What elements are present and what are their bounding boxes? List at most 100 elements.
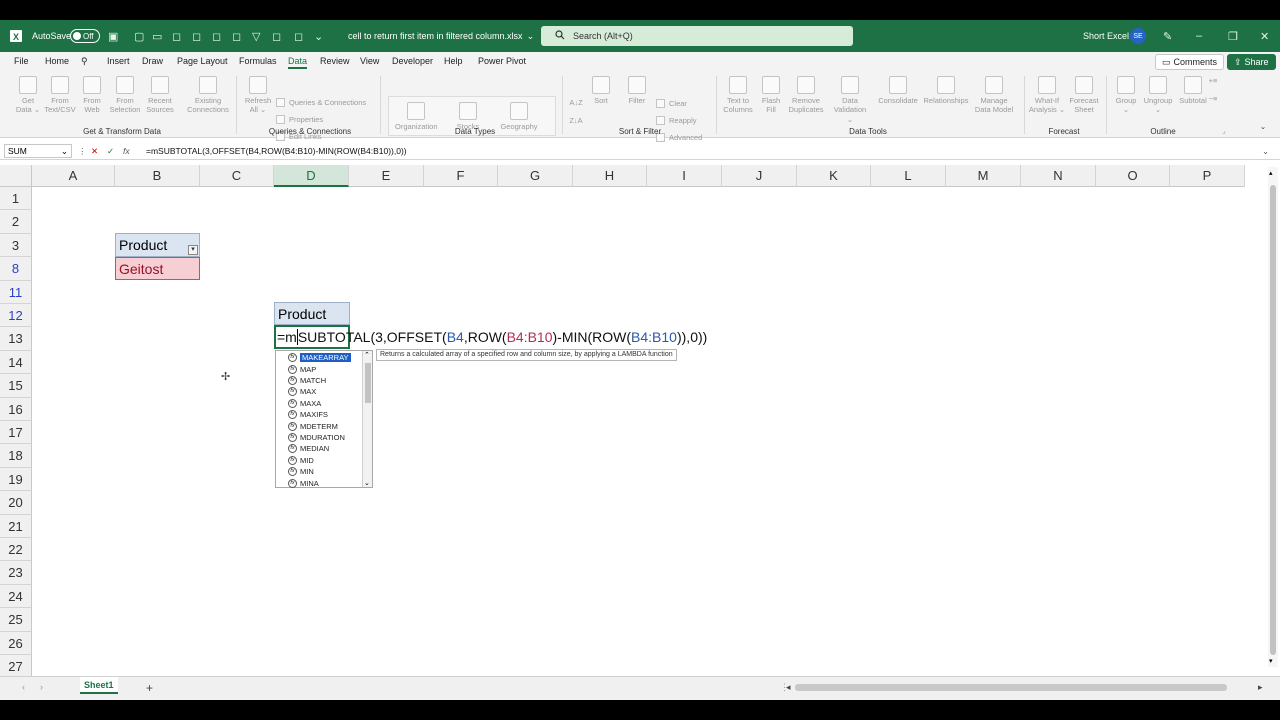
cell-b3[interactable]: Product ▾ [115,233,200,257]
scroll-left-icon[interactable]: ◂ [786,682,791,693]
tab-view[interactable]: View [360,56,379,66]
filter-qat-icon[interactable]: ▽ [252,20,260,52]
existing-connections-button[interactable]: Existing Connections [186,76,230,115]
autocomplete-item[interactable]: fx MAX [288,386,316,398]
row-header-17[interactable]: 17 [0,421,32,445]
column-header-p[interactable]: P [1170,165,1245,187]
column-header-e[interactable]: E [349,165,424,187]
refresh-all-button[interactable]: Refresh All ⌄ [238,76,278,115]
expand-formula-bar-icon[interactable]: ⌄ [1262,144,1269,158]
row-header-15[interactable]: 15 [0,374,32,398]
filter-button[interactable]: Filter [622,76,652,105]
column-header-m[interactable]: M [946,165,1021,187]
quick-access-icon-3[interactable]: ◻ [212,20,221,52]
next-sheet-icon[interactable]: › [40,682,43,692]
remove-duplicates-button[interactable]: Remove Duplicates [786,76,826,115]
autocomplete-item[interactable]: fx MAP [288,363,316,375]
outline-launcher-icon[interactable]: ⌟ [1218,126,1230,135]
insert-function-icon[interactable]: fx [123,144,130,158]
prev-sheet-icon[interactable]: ‹ [22,682,25,692]
autocomplete-item[interactable]: fx MATCH [288,375,326,387]
queries-connections-button[interactable]: Queries & Connections [276,98,366,107]
tab-developer[interactable]: Developer [392,56,433,66]
cell-b8[interactable]: Geitost [115,257,200,280]
row-header-14[interactable]: 14 [0,350,32,375]
quick-access-icon-5[interactable]: ◻ [272,20,281,52]
row-header-24[interactable]: 24 [0,584,32,609]
collapse-ribbon-icon[interactable]: ⌄ [1256,122,1270,131]
sort-za-icon[interactable]: Z↓A [566,116,586,125]
quick-access-icon-6[interactable]: ◻ [294,20,303,52]
recent-sources-button[interactable]: Recent Sources [140,76,180,115]
row-header-1[interactable]: 1 [0,187,32,211]
row-header-25[interactable]: 25 [0,608,32,632]
column-header-b[interactable]: B [115,165,200,187]
show-detail-icon[interactable]: +≡ [1206,76,1220,85]
restore-icon[interactable]: ❐ [1228,20,1238,52]
scroll-right-icon[interactable]: ▸ [1258,682,1263,693]
row-header-18[interactable]: 18 [0,444,32,468]
row-header-16[interactable]: 16 [0,397,32,421]
column-header-f[interactable]: F [424,165,498,187]
clear-button[interactable]: Clear [656,99,687,108]
column-header-o[interactable]: O [1096,165,1170,187]
horizontal-scroll-thumb[interactable] [795,684,1227,691]
forecast-sheet-button[interactable]: Forecast Sheet [1064,76,1104,115]
add-sheet-icon[interactable]: + [146,681,153,695]
scroll-down-icon[interactable]: ⌄ [364,479,370,487]
quick-access-icon-2[interactable]: ◻ [192,20,201,52]
flash-fill-button[interactable]: Flash Fill [751,76,791,115]
open-file-icon[interactable]: ▭ [152,20,162,52]
save-icon[interactable]: ▣ [108,20,118,52]
new-file-icon[interactable]: ▢ [134,20,144,52]
autocomplete-item[interactable]: fx MAXIFS [288,409,328,421]
row-header-27[interactable]: 27 [0,655,32,679]
in-cell-formula[interactable]: =mSUBTOTAL(3,OFFSET(B4,ROW(B4:B10)-MIN(R… [277,328,707,346]
row-header-11[interactable]: 11 [0,280,32,304]
pen-icon[interactable]: ✎ [1163,20,1172,52]
data-validation-button[interactable]: Data Validation ⌄ [830,76,870,124]
tab-draw[interactable]: Draw [142,56,163,66]
tab-help[interactable]: Help [444,56,463,66]
customize-qat-icon[interactable]: ⌄ [314,20,323,52]
row-header-21[interactable]: 21 [0,514,32,538]
column-header-j[interactable]: J [722,165,797,187]
what-if-analysis-button[interactable]: What-If Analysis ⌄ [1027,76,1067,115]
autocomplete-item[interactable]: fx MDETERM [288,420,338,432]
organization-button[interactable]: Organization [395,102,438,131]
autocomplete-item[interactable]: fx MIN [288,466,314,478]
scroll-up-icon[interactable]: ▴ [1269,169,1273,177]
relationships-button[interactable]: Relationships [922,76,970,105]
quick-access-icon-1[interactable]: ◻ [172,20,181,52]
autocomplete-item[interactable]: fx MDURATION [288,432,345,444]
autocomplete-item[interactable]: fx MID [288,455,314,467]
minimize-icon[interactable]: – [1196,20,1202,52]
autosave-toggle[interactable]: Off [70,20,100,52]
cell-d11[interactable]: Product [274,302,350,325]
row-header-12[interactable]: 12 [0,304,32,328]
column-header-i[interactable]: I [647,165,722,187]
ungroup-button[interactable]: Ungroup ⌄ [1138,76,1178,115]
spreadsheet-grid[interactable]: ABCDEFGHIJKLMNOP 1 2 3 8 11 12 13 14 15 16 17 18 19 2… [0,165,1268,695]
row-header-8[interactable]: 8 [0,257,32,281]
autocomplete-item[interactable]: fx MAXA [288,398,321,410]
column-header-d[interactable]: D [274,165,349,187]
sheet-tab-sheet1[interactable]: Sheet1 [80,677,118,694]
search-box[interactable]: Search (Alt+Q) [541,26,853,46]
file-name[interactable]: cell to return first item in filtered co… [348,20,534,52]
tab-insert[interactable]: Insert [107,56,130,66]
consolidate-button[interactable]: Consolidate [876,76,920,105]
comments-button[interactable]: ▭ Comments [1155,54,1225,70]
name-box[interactable]: SUM ⌄ [4,144,72,158]
autocomplete-item[interactable]: fx MINA [288,477,319,489]
lightbulb-icon[interactable]: ⚲ [81,56,88,67]
hide-detail-icon[interactable]: −≡ [1206,94,1220,103]
vertical-scrollbar[interactable]: ▴ ▾ [1268,167,1278,667]
autocomplete-item[interactable]: fx MEDIAN [288,443,329,455]
select-all-corner[interactable] [0,165,32,187]
tab-data[interactable]: Data [288,56,308,69]
enter-icon[interactable]: ✓ [107,144,114,158]
autocomplete-scrollbar[interactable]: ⌃ ⌄ [362,351,372,487]
autocomplete-item[interactable]: fx MAKEARRAY [288,352,351,364]
row-header-2[interactable]: 2 [0,210,32,234]
